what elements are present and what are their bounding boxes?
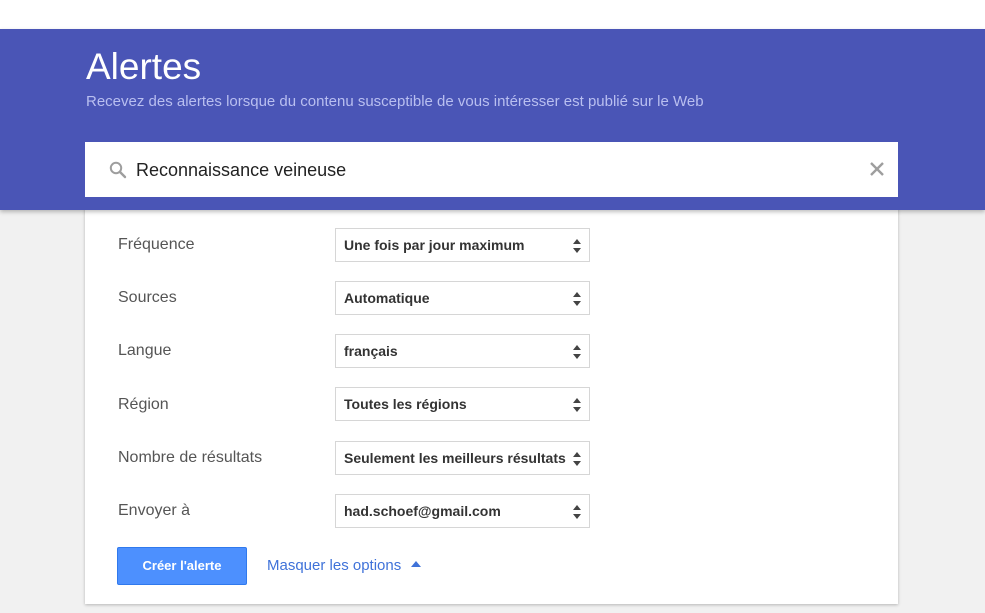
frequency-value: Une fois par jour maximum (344, 237, 525, 253)
search-icon (109, 161, 127, 179)
sources-label: Sources (118, 289, 177, 306)
frequency-select[interactable]: Une fois par jour maximum (335, 228, 590, 262)
send-to-label: Envoyer à (118, 502, 191, 519)
search-box[interactable]: Reconnaissance veineuse (85, 142, 898, 197)
sources-value: Automatique (344, 290, 430, 306)
language-select[interactable]: français (335, 334, 590, 368)
frequency-label: Fréquence (118, 236, 195, 253)
region-value: Toutes les régions (344, 396, 467, 412)
header-banner: Alertes Recevez des alertes lorsque du c… (0, 29, 985, 210)
send-to-select[interactable]: had.schoef@gmail.com (335, 494, 590, 528)
top-bar (0, 0, 985, 29)
send-to-value: had.schoef@gmail.com (344, 503, 501, 519)
select-arrows-icon (573, 239, 581, 253)
select-arrows-icon (573, 452, 581, 466)
result-count-value: Seulement les meilleurs résultats (344, 450, 566, 466)
select-arrows-icon (573, 292, 581, 306)
result-count-select[interactable]: Seulement les meilleurs résultats (335, 441, 590, 475)
hide-options-label: Masquer les options (267, 557, 402, 574)
close-icon[interactable] (868, 160, 886, 178)
language-label: Langue (118, 342, 172, 359)
region-select[interactable]: Toutes les régions (335, 387, 590, 421)
select-arrows-icon (573, 345, 581, 359)
page-subtitle: Recevez des alertes lorsque du contenu s… (86, 93, 704, 110)
options-panel: Fréquence Une fois par jour maximum Sour… (85, 200, 898, 604)
select-arrows-icon (573, 505, 581, 519)
search-input[interactable]: Reconnaissance veineuse (136, 159, 346, 181)
page-title: Alertes (86, 46, 202, 87)
result-count-label: Nombre de résultats (118, 449, 263, 466)
caret-up-icon (411, 561, 422, 568)
sources-select[interactable]: Automatique (335, 281, 590, 315)
select-arrows-icon (573, 398, 581, 412)
region-label: Région (118, 396, 169, 413)
language-value: français (344, 343, 398, 359)
hide-options-link[interactable]: Masquer les options (267, 557, 422, 575)
create-alert-button[interactable]: Créer l'alerte (117, 547, 247, 585)
